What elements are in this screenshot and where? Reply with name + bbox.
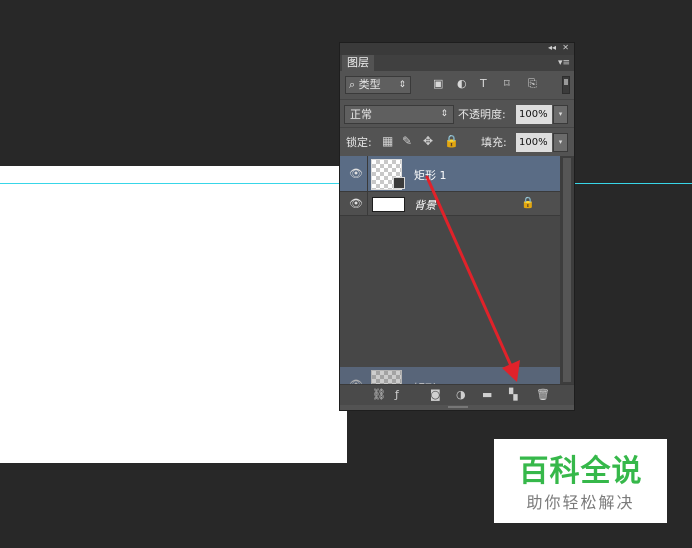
new-layer-icon[interactable]: ▚ — [509, 388, 517, 401]
adjustment-layer-icon[interactable]: ◑ — [456, 388, 466, 401]
layers-panel: ◂◂ ✕ 图层 ▾≡ ⌕ 类型 ⇕ ▣ ◐ T ⌑ ⎘ 正常 ⇕ 不透明度: 1… — [339, 42, 575, 411]
fill-input[interactable]: 100% — [516, 133, 552, 152]
shape-layer-badge-icon — [393, 177, 405, 189]
lock-all-icon[interactable]: 🔒 — [444, 134, 459, 148]
layers-scrollbar[interactable] — [560, 156, 574, 384]
layer-name[interactable]: 矩形 1 — [414, 167, 447, 183]
image-filter-icon[interactable]: ▣ — [433, 77, 443, 90]
add-mask-icon[interactable]: ◙ — [430, 388, 441, 401]
blend-row: 正常 ⇕ 不透明度: 100% ▾ — [340, 99, 574, 128]
adjustment-filter-icon[interactable]: ◐ — [457, 77, 467, 90]
tab-layers[interactable]: 图层 — [342, 55, 374, 71]
select-arrow-icon: ⇕ — [398, 80, 406, 90]
shape-filter-icon[interactable]: ⌑ — [504, 77, 510, 90]
blend-mode-select[interactable]: 正常 ⇕ — [344, 105, 454, 124]
canvas-document[interactable] — [0, 166, 347, 463]
guide-line — [575, 183, 692, 184]
blend-mode-label: 正常 — [350, 108, 372, 121]
select-arrow-icon: ⇕ — [440, 109, 448, 119]
new-group-icon[interactable]: ▬ — [482, 388, 492, 401]
filter-toggle[interactable] — [562, 76, 570, 94]
divider — [367, 156, 368, 191]
opacity-input[interactable]: 100% — [516, 105, 552, 124]
fx-icon[interactable]: ƒ — [395, 388, 399, 401]
watermark-title: 百科全说 — [518, 454, 643, 489]
filter-kind-select[interactable]: ⌕ 类型 ⇕ — [345, 76, 411, 94]
search-icon: ⌕ — [349, 78, 356, 91]
lock-position-icon[interactable]: ✥ — [423, 134, 433, 148]
lock-row: 锁定: ▦ ✎ ✥ 🔒 填充: 100% ▾ — [340, 127, 574, 156]
layer-row-rectangle-1[interactable]: 👁 矩形 1 — [340, 156, 560, 192]
fill-label: 填充: — [481, 136, 507, 149]
lock-label: 锁定: — [346, 136, 372, 149]
type-filter-icon[interactable]: T — [480, 77, 487, 90]
trash-icon[interactable]: 🗑 — [536, 388, 550, 401]
close-icon[interactable]: ✕ — [562, 43, 569, 52]
layer-thumbnail — [372, 197, 405, 212]
guide-line — [0, 183, 340, 184]
lock-icon: 🔒 — [521, 196, 535, 209]
layers-list: 👁 矩形 1 👁 背景 🔒 👁 矩形 1 — [340, 156, 560, 403]
eye-icon[interactable]: 👁 — [349, 167, 363, 180]
divider — [367, 192, 368, 215]
opacity-dropdown-button[interactable]: ▾ — [553, 105, 568, 124]
panel-title-bar: ◂◂ ✕ — [340, 43, 574, 55]
panel-menu-icon[interactable]: ▾≡ — [558, 58, 570, 68]
lock-transparent-pixels-icon[interactable]: ▦ — [382, 134, 393, 148]
smart-object-filter-icon[interactable]: ⎘ — [528, 77, 537, 91]
watermark-logo: 百科全说 助你轻松解决 — [494, 439, 667, 523]
watermark-subtitle: 助你轻松解决 — [526, 493, 635, 512]
layer-row-background[interactable]: 👁 背景 🔒 — [340, 192, 560, 216]
layer-name[interactable]: 背景 — [414, 197, 436, 213]
fill-dropdown-button[interactable]: ▾ — [553, 133, 568, 152]
link-layers-icon[interactable]: ⛓ — [372, 388, 386, 401]
filter-kind-label: 类型 — [358, 78, 381, 91]
panel-tab-row: 图层 ▾≡ — [340, 55, 574, 71]
opacity-label: 不透明度: — [458, 108, 506, 121]
eye-icon[interactable]: 👁 — [349, 197, 363, 210]
collapse-icon[interactable]: ◂◂ — [548, 43, 556, 52]
lock-image-pixels-icon[interactable]: ✎ — [402, 134, 412, 148]
layers-bottom-toolbar: ⛓ ƒ ◙ ◑ ▬ ▚ 🗑 — [340, 384, 574, 405]
scrollbar-thumb[interactable] — [563, 158, 571, 382]
filter-row: ⌕ 类型 ⇕ ▣ ◐ T ⌑ ⎘ — [340, 71, 574, 99]
resize-grip[interactable] — [448, 406, 468, 408]
